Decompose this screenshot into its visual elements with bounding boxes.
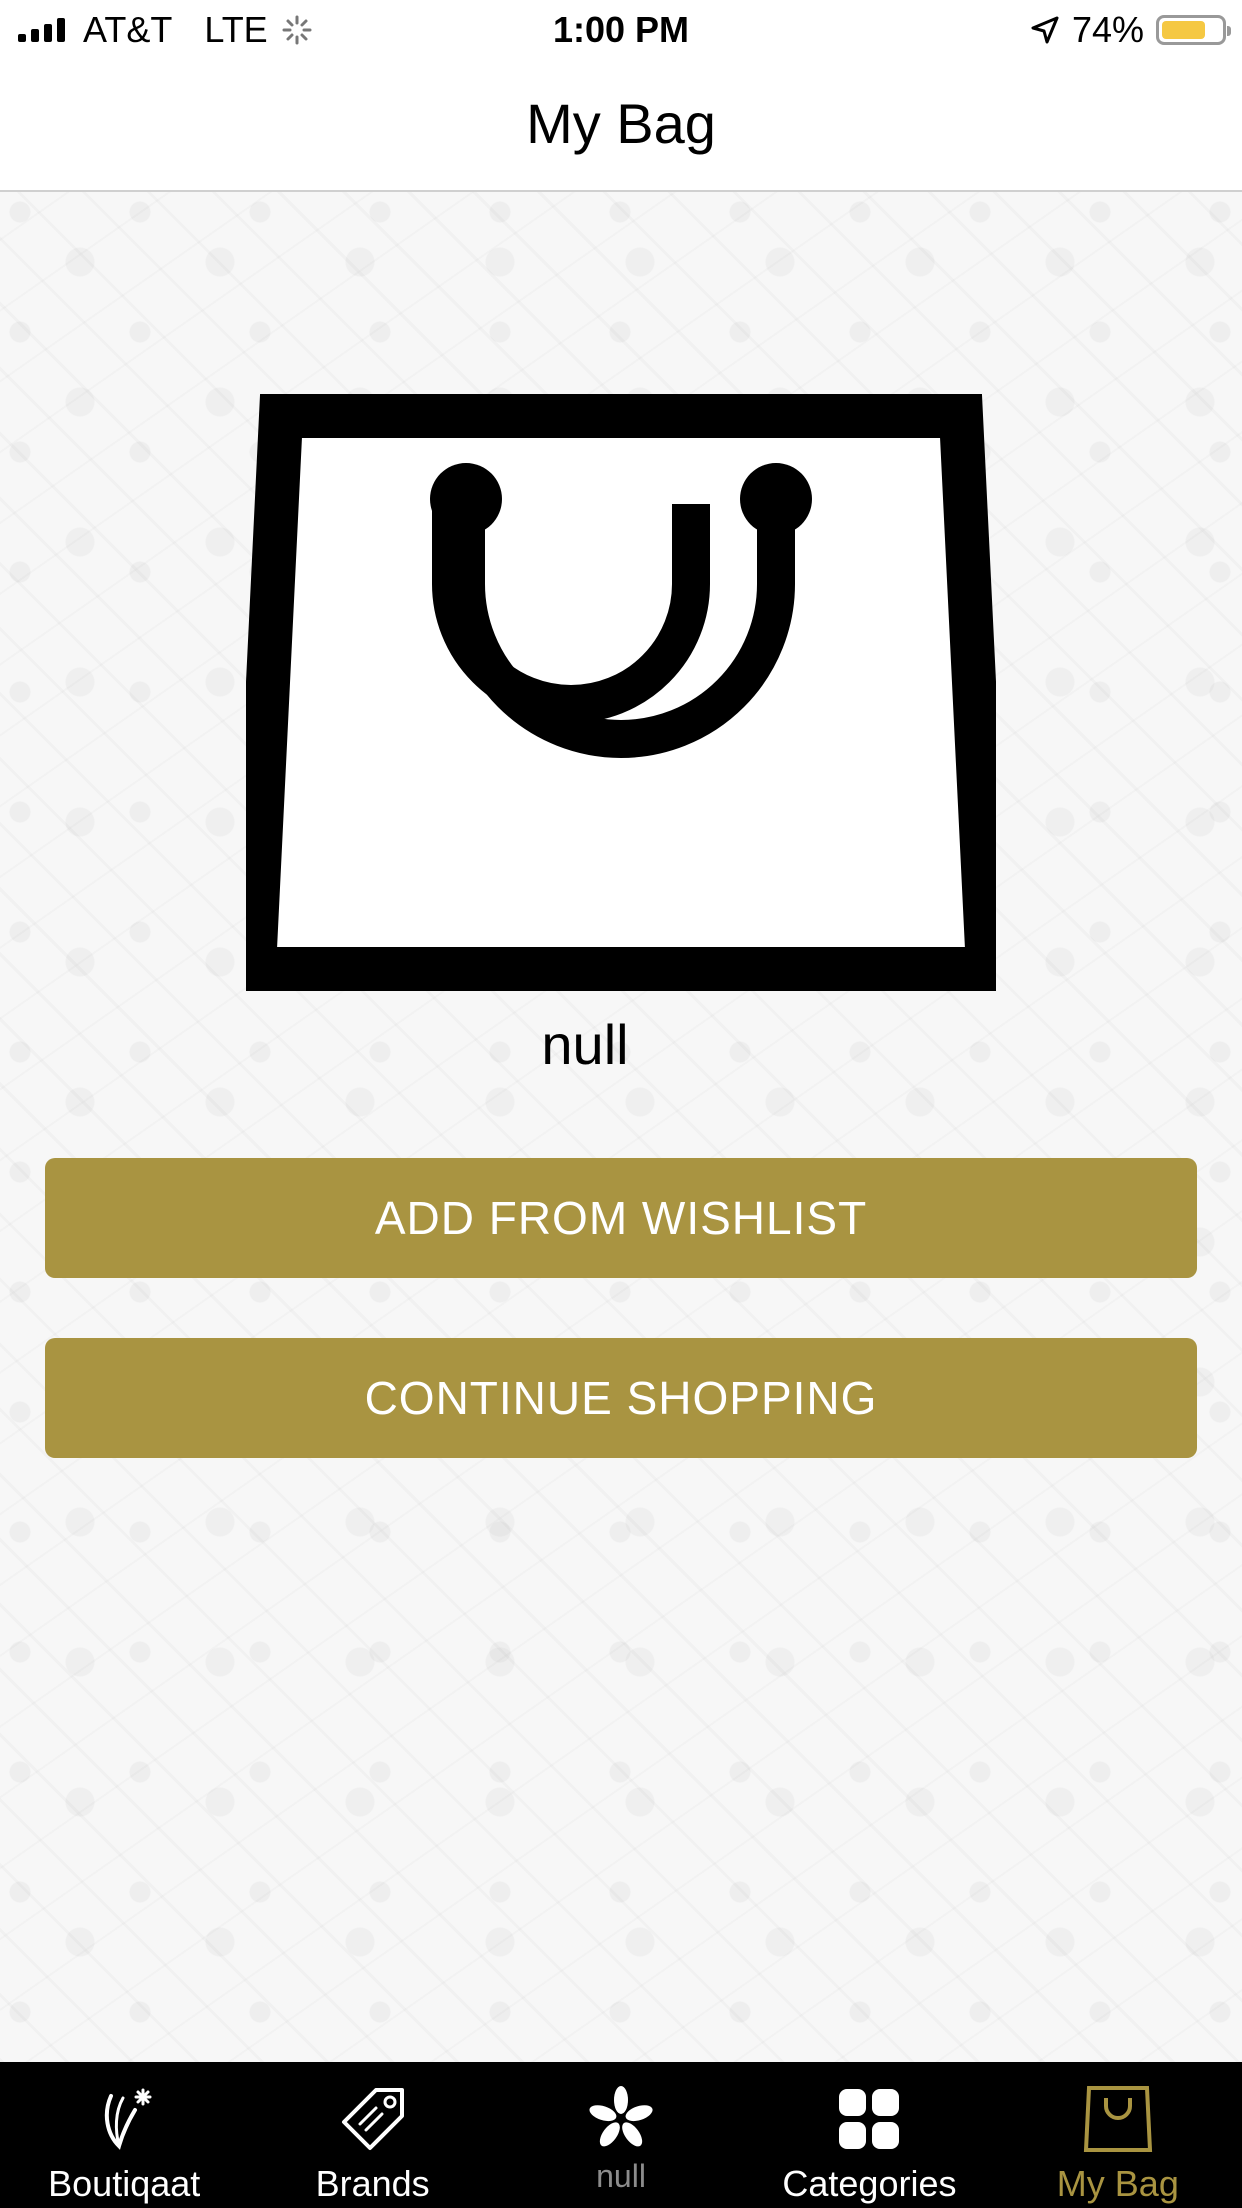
tab-label-boutiqaat: Boutiqaat [48,2163,201,2204]
grid-icon [839,2089,900,2149]
tab-brands[interactable]: Brands [248,2062,496,2208]
tab-categories[interactable]: Categories [745,2062,993,2208]
flower-icon [589,2086,653,2147]
add-from-wishlist-button[interactable]: ADD FROM WISHLIST [45,1158,1197,1278]
navigation-bar: My Bag [0,62,1242,192]
tab-label-brands: Brands [315,2163,430,2204]
bag-icon [1083,2086,1152,2152]
cart-content: null ADD FROM WISHLIST CONTINUE SHOPPING [0,192,1242,2062]
tab-boutiqaat[interactable]: Boutiqaat [0,2062,248,2208]
empty-bag-message: null [541,1013,629,1076]
tab-label-my-bag: My Bag [1056,2163,1179,2204]
location-arrow-icon [1031,16,1059,44]
battery-icon [1156,15,1231,45]
page-title: My Bag [526,92,716,155]
boutiqaat-logo-icon [105,2088,152,2150]
status-right: 74% [1030,8,1231,52]
continue-shopping-button[interactable]: CONTINUE SHOPPING [45,1338,1197,1458]
tab-bar: Boutiqaat Brands null Categories My Bag [0,2062,1242,2208]
tab-label-categories: Categories [782,2163,957,2204]
battery-percent: 74% [1071,9,1144,50]
status-bar: AT&T LTE 1:00 PM 74% [0,0,1242,62]
battery-fill [1162,21,1205,39]
tab-label-center: null [596,2158,646,2194]
tag-icon [341,2088,404,2150]
tab-my-bag[interactable]: My Bag [994,2062,1242,2208]
tab-center[interactable]: null [497,2062,745,2208]
shopping-bag-icon [246,394,996,991]
